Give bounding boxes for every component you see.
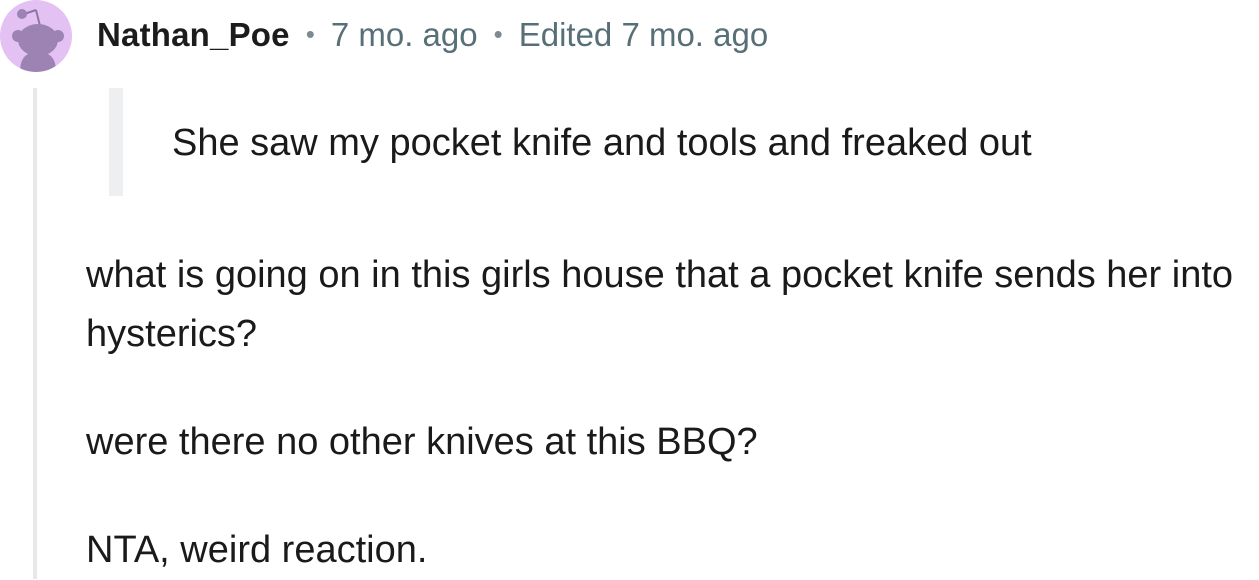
comment-paragraph: what is going on in this girls house tha…	[86, 254, 1234, 355]
block-quote: She saw my pocket knife and tools and fr…	[109, 88, 1209, 196]
comment-paragraph: were there no other knives at this BBQ?	[86, 421, 758, 463]
username-link[interactable]: Nathan_Poe	[97, 16, 290, 54]
edited-label: Edited 7 mo. ago	[518, 16, 769, 53]
user-avatar[interactable]	[0, 0, 72, 72]
posted-time: 7 mo. ago	[330, 16, 478, 53]
comment-header: Nathan_Poe • 7 mo. ago • Edited 7 mo. ag…	[97, 12, 768, 58]
meta-separator: •	[305, 18, 315, 49]
comment-paragraph: NTA, weird reaction.	[86, 529, 428, 571]
quote-bar	[109, 88, 123, 196]
meta-separator: •	[493, 18, 503, 49]
snoo-avatar-icon	[12, 9, 64, 72]
quote-text: She saw my pocket knife and tools and fr…	[172, 122, 1032, 164]
thread-collapse-line[interactable]	[33, 88, 37, 579]
